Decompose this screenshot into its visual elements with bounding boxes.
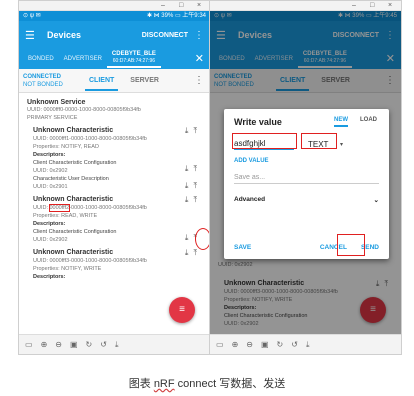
status-icons: ⊙ ψ ✉	[23, 13, 41, 19]
fit-icon[interactable]: ▣	[70, 340, 78, 349]
zoom-out-icon[interactable]: ⊖	[246, 340, 253, 349]
characteristic-properties: Properties: NOTIFY, WRITE	[33, 266, 102, 272]
close-window-icon[interactable]: ×	[197, 2, 201, 9]
service-uuid: UUID: 0000fff0-0000-1000-8000-00805f9b34…	[27, 107, 141, 113]
status-bar: ⊙ ψ ✉ ✱ ⋈ 39% ▭ 上午9:34	[19, 11, 210, 21]
figure-caption: 图表 nRF connect 写数据、发送	[0, 375, 414, 391]
more-options-icon[interactable]: ⋮	[194, 75, 204, 86]
highlight-type-box	[301, 133, 337, 149]
descriptors-header: Descriptors:	[33, 221, 66, 227]
caption-prefix: 图表	[128, 378, 154, 390]
advanced-label: Advanced	[234, 196, 266, 203]
tab-client[interactable]: CLIENT	[85, 70, 119, 91]
uuid-highlight: 0000fff2	[48, 204, 71, 212]
highlight-value-box	[232, 133, 297, 149]
device-name: CDEBYTE_BLE	[111, 50, 156, 57]
minimize-icon[interactable]: –	[161, 2, 165, 9]
window-titlebar: – □ ×	[19, 1, 210, 11]
characteristic-item[interactable]: ⤓⤒ Unknown Characteristic UUID: 0000fff2…	[33, 195, 202, 244]
download-icon[interactable]: ⤓	[306, 340, 310, 350]
add-value-button[interactable]: ADD VALUE	[234, 158, 379, 164]
tab-advertiser[interactable]: ADVERTISER	[59, 56, 107, 62]
descriptor-uuid: UUID: 0x2902	[33, 237, 68, 243]
window-titlebar: – □ ×	[210, 1, 401, 11]
descriptor-name: Client Characteristic Configuration	[33, 160, 117, 166]
save-button[interactable]: SAVE	[234, 244, 320, 251]
rotate-icon[interactable]: ↻	[86, 340, 93, 349]
advanced-toggle[interactable]: Advanced ⌄	[234, 196, 379, 204]
highlight-send-box	[337, 234, 365, 256]
service-name[interactable]: Unknown Service	[27, 99, 202, 106]
characteristic-uuid: UUID: 0000fff2-0000-1000-8000-00805f9b34…	[33, 204, 202, 212]
left-phone-screen: – □ × ⊙ ψ ✉ ✱ ⋈ 39% ▭ 上午9:34 ☰ Devices D…	[18, 0, 211, 355]
uuid-rest: -0000-1000-8000-00805f9b34fb	[69, 205, 147, 211]
zoom-in-icon[interactable]: ⊕	[232, 340, 239, 349]
status-right: ✱ ⋈ 39% ▭ 上午9:34	[146, 13, 206, 19]
characteristic-item[interactable]: ⤓⤒ Unknown Characteristic UUID: 0000fff1…	[33, 126, 202, 191]
caption-app-name: nRF	[153, 378, 175, 390]
characteristic-uuid: UUID: 0000fff3-0000-1000-8000-00805f9b34…	[33, 258, 147, 264]
close-device-icon[interactable]: ✕	[195, 52, 204, 65]
dialog-tabs: NEW LOAD	[334, 117, 377, 127]
screen-icon[interactable]: ▭	[25, 340, 33, 349]
read-write-icons[interactable]: ⤓⤒	[185, 126, 202, 136]
save-as-input[interactable]: Save as...	[234, 174, 379, 184]
fit-icon[interactable]: ▣	[261, 340, 269, 349]
tab-server[interactable]: SERVER	[130, 77, 159, 84]
characteristic-name: Unknown Characteristic	[33, 196, 114, 203]
descriptor-icons[interactable]: ⤓⤒	[185, 181, 202, 191]
tab-bonded[interactable]: BONDED	[23, 56, 59, 62]
tab-device[interactable]: CDEBYTE_BLE 60:D7:AB:74:27:96	[106, 50, 161, 68]
characteristic-name: Unknown Characteristic	[33, 127, 114, 134]
screen-icon[interactable]: ▭	[216, 340, 224, 349]
download-icon[interactable]: ⤓	[115, 340, 119, 350]
chevron-down-icon: ⌄	[373, 197, 379, 204]
read-write-icons[interactable]: ⤓⤒	[185, 248, 202, 258]
characteristic-properties: Properties: READ, WRITE	[33, 213, 98, 219]
characteristic-item[interactable]: ⤓⤒ Unknown Characteristic UUID: 0000fff3…	[33, 248, 202, 281]
device-address: 60:D7:AB:74:27:96	[112, 57, 156, 64]
service-type: PRIMARY SERVICE	[27, 115, 78, 121]
maximize-icon[interactable]: □	[370, 2, 374, 9]
service-list: Unknown Service UUID: 0000fff0-0000-1000…	[19, 93, 210, 285]
disconnect-button[interactable]: DISCONNECT	[142, 32, 188, 39]
read-write-icons[interactable]: ⤓⤒	[185, 195, 202, 205]
rotate-back-icon[interactable]: ↺	[100, 340, 107, 349]
app-bar: ☰ Devices DISCONNECT ⋮	[19, 21, 210, 49]
bond-state-label: NOT BONDED	[23, 81, 63, 88]
descriptor-uuid: UUID: 0x2902	[33, 168, 68, 174]
rotate-back-icon[interactable]: ↺	[291, 340, 298, 349]
characteristic-uuid: UUID: 0000fff1-0000-1000-8000-00805f9b34…	[33, 136, 147, 142]
characteristic-name: Unknown Characteristic	[33, 249, 114, 256]
uuid-prefix: UUID:	[33, 205, 50, 211]
maximize-icon[interactable]: □	[179, 2, 183, 9]
descriptor-uuid: UUID: 0x2901	[33, 184, 68, 190]
minimize-icon[interactable]: –	[352, 2, 356, 9]
descriptor-name: Client Characteristic Configuration	[33, 229, 117, 235]
page-title: Devices	[47, 30, 82, 40]
device-tabs: BONDED ADVERTISER CDEBYTE_BLE 60:D7:AB:7…	[19, 49, 210, 69]
descriptors-header: Descriptors:	[33, 274, 66, 280]
descriptors-header: Descriptors:	[33, 152, 66, 158]
tab-load[interactable]: LOAD	[360, 117, 377, 127]
caption-text: connect 写数据、发送	[174, 378, 286, 390]
descriptor-name: Characteristic User Description	[33, 176, 109, 182]
tab-new[interactable]: NEW	[334, 117, 348, 127]
zoom-in-icon[interactable]: ⊕	[41, 340, 48, 349]
fab-button[interactable]: ≡	[169, 297, 195, 323]
bottom-toolbar: ▭ ⊕ ⊖ ▣ ↻ ↺ ⤓	[19, 334, 210, 354]
rotate-icon[interactable]: ↻	[277, 340, 284, 349]
connection-tabs: CONNECTED NOT BONDED CLIENT SERVER ⋮	[19, 69, 210, 93]
right-phone-screen: – □ × ⊙ ψ ✉ ✱ ⋈ 39% ▭ 上午9:45 ☰ Devices D…	[209, 0, 402, 355]
bottom-toolbar: ▭ ⊕ ⊖ ▣ ↻ ↺ ⤓	[210, 334, 401, 354]
descriptor-icons[interactable]: ⤓⤒	[185, 164, 202, 174]
close-window-icon[interactable]: ×	[388, 2, 392, 9]
more-options-icon[interactable]: ⋮	[194, 30, 204, 41]
zoom-out-icon[interactable]: ⊖	[55, 340, 62, 349]
menu-icon[interactable]: ☰	[25, 29, 41, 42]
connection-state: CONNECTED NOT BONDED	[23, 73, 77, 89]
connected-label: CONNECTED	[23, 73, 62, 80]
dropdown-arrow-icon[interactable]: ▾	[340, 141, 343, 148]
characteristic-properties: Properties: NOTIFY, READ	[33, 144, 99, 150]
